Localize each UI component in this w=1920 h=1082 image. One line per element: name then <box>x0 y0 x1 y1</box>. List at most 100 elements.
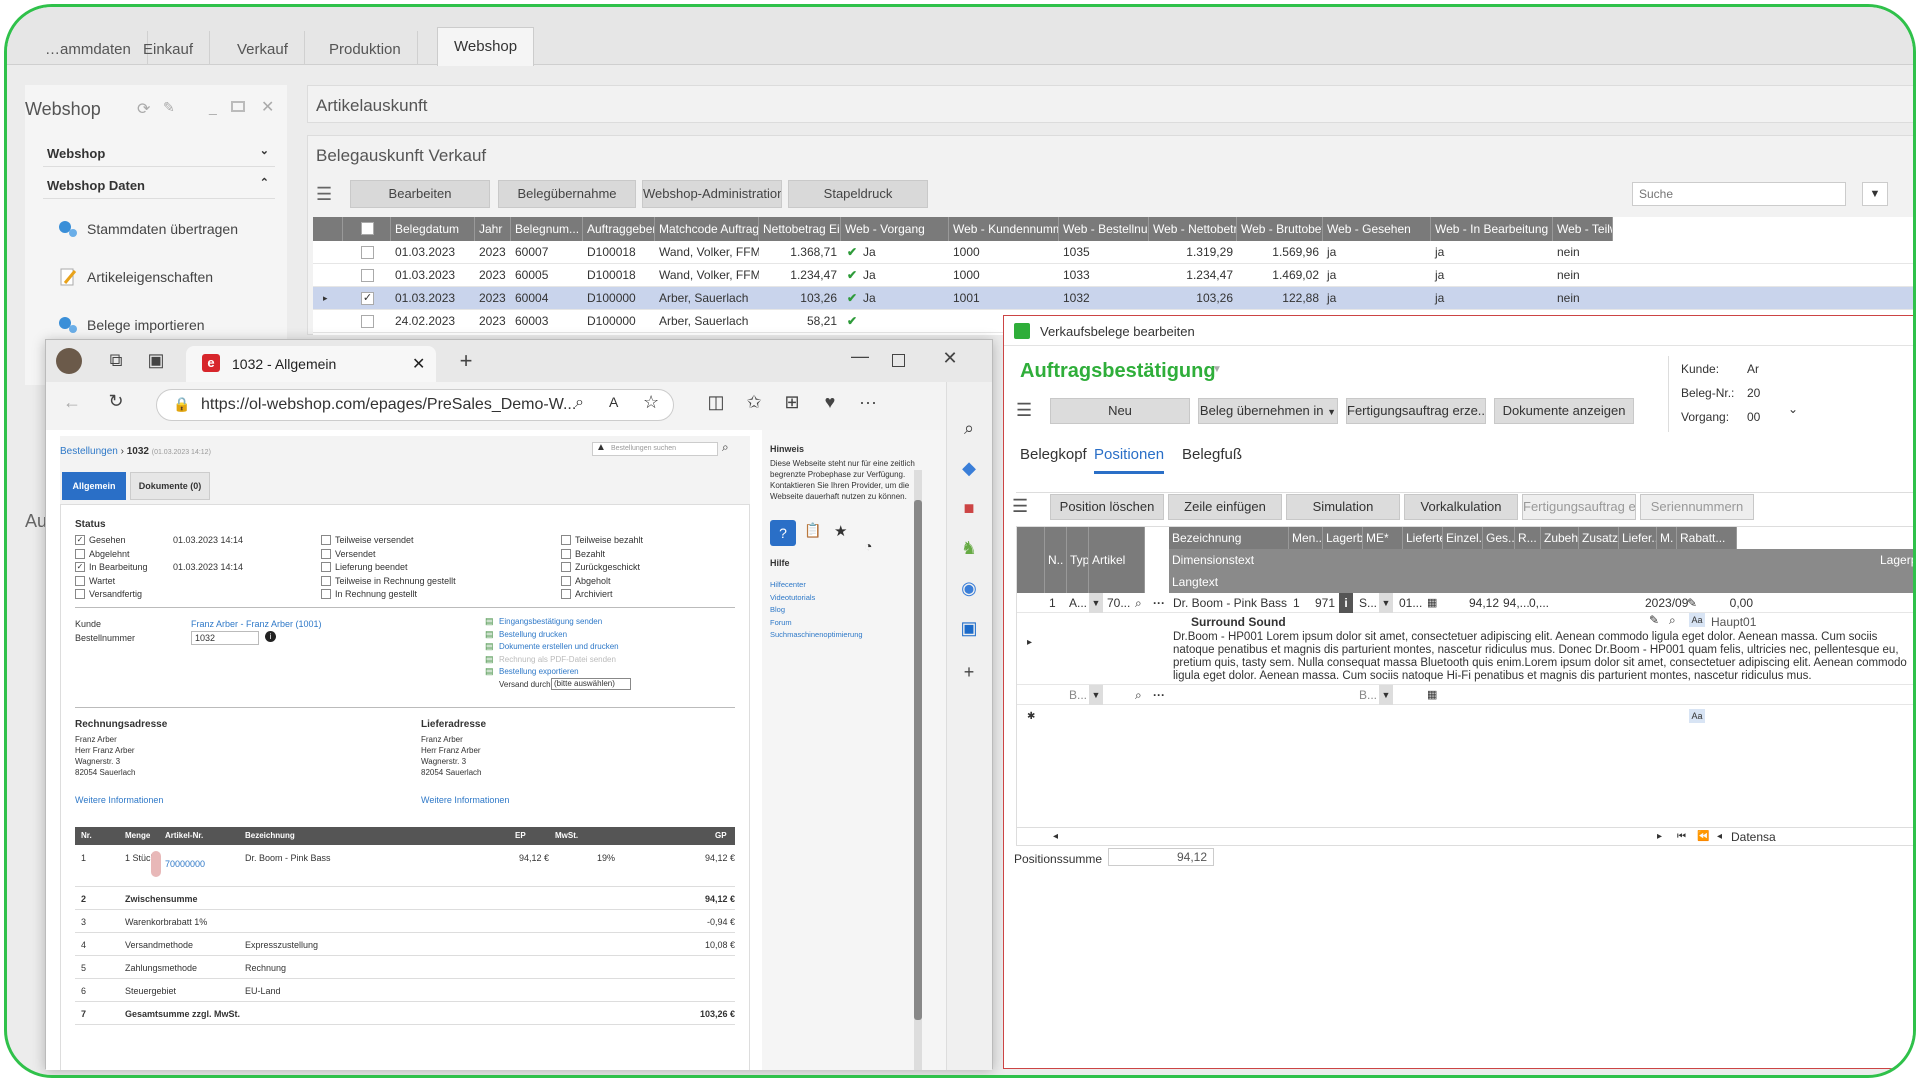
info-icon[interactable]: i <box>1339 593 1353 613</box>
action-link[interactable]: Bestellung exportieren <box>499 667 579 676</box>
filter-icon[interactable]: ▼ <box>1862 182 1888 206</box>
positions-header-cell[interactable]: Rabatt... <box>1677 527 1737 549</box>
order-search-input[interactable]: Bestellungen suchen <box>592 442 718 456</box>
toolbox-icon[interactable]: ■ <box>955 498 983 519</box>
pos-bezeichnung[interactable]: Dr. Boom - Pink Bass <box>1173 593 1287 613</box>
row-expand-icon[interactable]: ▸ <box>1027 637 1032 648</box>
row-checkbox[interactable]: ✓ <box>361 292 374 305</box>
edit-icon[interactable]: ✎ <box>1649 613 1659 627</box>
grid-header-select[interactable] <box>343 217 391 241</box>
status-checkbox[interactable] <box>561 535 571 545</box>
positions-header-cell[interactable]: M. <box>1657 527 1677 549</box>
search-icon[interactable]: ⌕ <box>955 418 983 439</box>
grid-header-cell[interactable]: Web - Bruttobetr... <box>1237 217 1323 241</box>
calendar-icon[interactable]: ▦ <box>1427 685 1437 705</box>
add-icon[interactable]: + <box>955 662 983 683</box>
positions-header-cell[interactable]: ME* <box>1363 527 1403 549</box>
positions-header-cell[interactable]: Zusatz... <box>1579 527 1619 549</box>
scroll-right-icon[interactable]: ▸ <box>1657 831 1662 842</box>
grid-header-cell[interactable]: Web - Teilw... <box>1553 217 1613 241</box>
new-pos-typ[interactable]: B... <box>1069 685 1087 705</box>
heading-dropdown-icon[interactable]: ▼ <box>1212 364 1222 375</box>
action-link[interactable]: Bestellung drucken <box>499 630 567 639</box>
grid-header-cell[interactable]: Belegdatum <box>391 217 475 241</box>
read-aloud-icon[interactable]: A <box>609 394 618 410</box>
favorite-star-icon[interactable]: ☆ <box>643 392 659 413</box>
font-icon[interactable]: Aa <box>1689 613 1705 627</box>
tab-allgemein[interactable]: Allgemein <box>62 472 126 500</box>
help-link[interactable]: Suchmaschinenoptimierung <box>770 630 863 639</box>
grid-header-cell[interactable]: Web - Kundennummer <box>949 217 1059 241</box>
fertigungsauftrag-button[interactable]: Fertigungsauftrag erze... <box>1346 398 1486 424</box>
help-link[interactable]: Blog <box>770 605 785 614</box>
profile-avatar[interactable] <box>56 348 82 374</box>
new-pos-me[interactable]: B... <box>1359 685 1377 705</box>
help-icon[interactable]: ? <box>770 520 796 546</box>
grid-header-cell[interactable]: Web - Gesehen <box>1323 217 1431 241</box>
tab-dokumente[interactable]: Dokumente (0) <box>130 472 210 500</box>
calendar-icon[interactable]: ▦ <box>1427 593 1437 613</box>
grid-header-cell[interactable]: Auftraggeber <box>583 217 655 241</box>
more-icon[interactable]: ··· <box>1153 593 1165 613</box>
tab-produktion[interactable]: Produktion <box>313 31 418 65</box>
action-link[interactable]: Dokumente erstellen und drucken <box>499 642 619 651</box>
close-icon[interactable]: ✕ <box>261 97 274 117</box>
grid-row[interactable]: 01.03.2023 2023 60007 D100018 Wand, Volker, … <box>313 241 1913 264</box>
rechnung-more-info-link[interactable]: Weitere Informationen <box>75 795 163 805</box>
minimize-window-icon[interactable]: — <box>846 346 874 367</box>
lookup-icon[interactable]: ⌕ <box>1669 613 1676 628</box>
dimension-text[interactable]: Surround Sound <box>1191 615 1286 629</box>
tab-verkauf[interactable]: Verkauf <box>221 31 305 65</box>
games-icon[interactable]: ♞ <box>955 538 983 559</box>
status-checkbox[interactable] <box>321 548 331 559</box>
position-action-button[interactable]: Position löschen <box>1050 494 1164 520</box>
sidebar-item-belege-importieren[interactable]: Belege importieren <box>43 313 205 337</box>
scroll-left-icon[interactable]: ◂ <box>1053 831 1058 842</box>
positions-header-cell[interactable]: Men... <box>1289 527 1323 549</box>
clipboard-icon[interactable]: 📋 <box>804 522 821 539</box>
status-checkbox[interactable] <box>321 589 331 599</box>
action-link[interactable]: Eingangsbestätigung senden <box>499 617 602 626</box>
help-link[interactable]: Forum <box>770 618 792 627</box>
sidebar-item-artikeleigenschaften[interactable]: Artikeleigenschaften <box>43 265 213 289</box>
status-checkbox[interactable] <box>561 548 571 559</box>
positions-header-cell[interactable]: N.. <box>1045 527 1067 593</box>
pos-rabatt[interactable]: 0,00 <box>1711 593 1753 613</box>
close-window-icon[interactable]: ✕ <box>936 348 964 369</box>
me-dropdown-icon[interactable]: ▼ <box>1379 685 1393 705</box>
help-link[interactable]: Videotutorials <box>770 593 815 602</box>
positions-header-cell[interactable]: Lagerbes... <box>1323 527 1363 549</box>
extensions-icon[interactable]: ♥ <box>816 392 844 413</box>
zoom-icon[interactable]: ⌕ <box>575 394 584 412</box>
grid-header-cell[interactable]: Belegnum... <box>511 217 583 241</box>
edit-icon[interactable]: ✎ <box>1687 593 1697 613</box>
pos-period[interactable]: 2023/09 <box>1645 593 1688 613</box>
position-action-button[interactable]: Fertigungsauftrag erze... <box>1522 494 1636 520</box>
order-cell[interactable]: 70000000 <box>165 859 205 869</box>
sidebar-section-webshop-daten[interactable]: Webshop Daten ⌃ <box>43 171 275 199</box>
tab-belegfuss[interactable]: Belegfuß <box>1182 446 1242 463</box>
positions-header-cell[interactable]: Lieferte... <box>1403 527 1443 549</box>
typ-dropdown-icon[interactable]: ▼ <box>1089 685 1103 705</box>
positions-header-cell[interactable]: Einzel... <box>1443 527 1483 549</box>
split-screen-icon[interactable]: ◫ <box>702 392 730 413</box>
breadcrumb-link[interactable]: Bestellungen <box>60 446 118 457</box>
grid-header-cell[interactable]: Matchcode Auftragg... <box>655 217 759 241</box>
back-icon[interactable]: ← <box>58 392 86 413</box>
workspaces-icon[interactable]: ⧉ <box>102 350 130 371</box>
menu-icon[interactable]: ☰ <box>1012 496 1028 517</box>
star-icon[interactable]: ★ <box>834 522 847 540</box>
favorites-icon[interactable]: ✩ <box>740 392 768 413</box>
expand-icon[interactable]: ⌄ <box>1788 402 1798 416</box>
beleg-ubernehmen-button[interactable]: Beleg übernehmen in ▼ <box>1198 398 1338 424</box>
positions-header-cell[interactable]: Liefer... <box>1619 527 1657 549</box>
scroll-top-icon[interactable]: ▲ <box>596 442 606 453</box>
status-checkbox[interactable] <box>321 562 331 572</box>
belegubernahme-button[interactable]: Belegübernahme <box>498 180 636 208</box>
address-bar[interactable]: 🔒 https://ol-webshop.com/epages/PreSales… <box>156 389 674 421</box>
grid-header-cell[interactable]: Web - Nettobetr... <box>1149 217 1237 241</box>
status-checkbox[interactable] <box>75 589 85 599</box>
office-icon[interactable]: ◉ <box>955 578 983 599</box>
menu-icon[interactable]: ☰ <box>1016 400 1032 421</box>
me-dropdown-icon[interactable]: ▼ <box>1379 593 1393 613</box>
